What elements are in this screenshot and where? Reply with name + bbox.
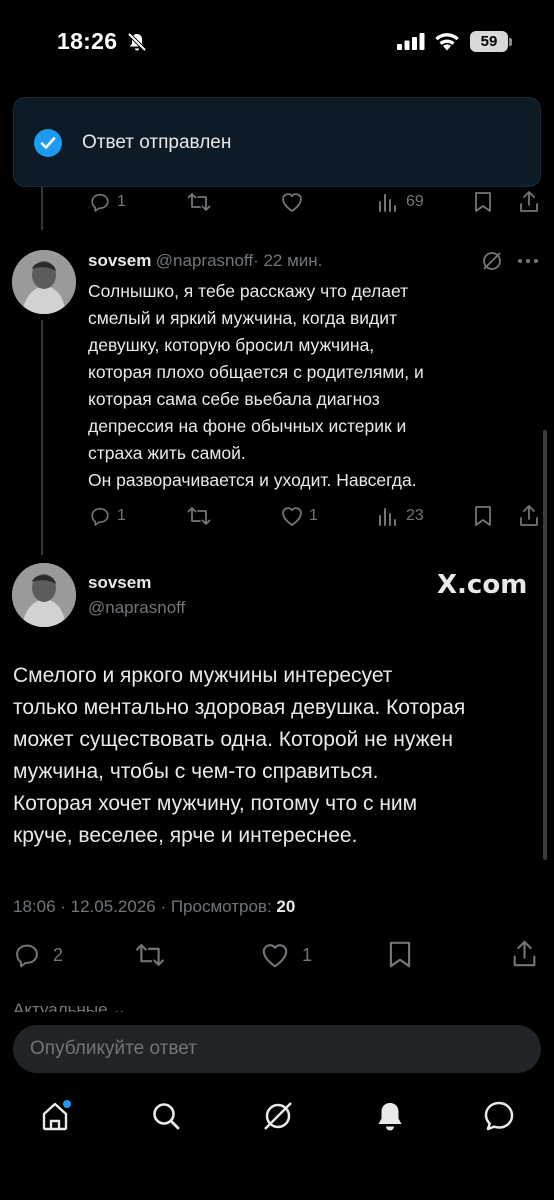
battery-tip: [509, 38, 512, 46]
retweet-icon[interactable]: [186, 191, 212, 213]
avatar[interactable]: [12, 563, 76, 627]
author-handle[interactable]: @naprasnoff: [88, 598, 185, 618]
retweet-icon[interactable]: [186, 505, 212, 527]
views-icon[interactable]: [378, 507, 398, 526]
share-icon[interactable]: [518, 190, 540, 213]
check-circle-icon: [34, 129, 62, 157]
cellular-signal-icon: [397, 33, 425, 50]
views-count: 23: [406, 507, 424, 524]
tweet-text: Солнышко, я тебе расскажу что делает сме…: [88, 281, 424, 490]
grok-icon[interactable]: [481, 250, 503, 272]
like-icon[interactable]: [280, 191, 304, 213]
messages-icon[interactable]: [483, 1100, 515, 1132]
reply-icon[interactable]: [13, 941, 41, 969]
author-handle[interactable]: @naprasnoff: [156, 251, 253, 270]
views-icon[interactable]: [378, 193, 398, 212]
reply-placeholder: Опубликуйте ответ: [30, 1038, 197, 1059]
like-count: 1: [309, 507, 318, 524]
like-count: 1: [302, 945, 313, 965]
reply-icon[interactable]: [89, 191, 111, 213]
avatar[interactable]: [12, 250, 76, 314]
reply-count: 2: [53, 945, 64, 965]
share-icon[interactable]: [518, 504, 540, 527]
views-count: 20: [276, 897, 296, 916]
reply-icon[interactable]: [89, 505, 111, 527]
author-name[interactable]: sovsem: [88, 251, 151, 270]
toast-message: Ответ отправлен: [82, 132, 232, 153]
tweet-text: Смелого и яркого мужчины интересует толь…: [13, 664, 466, 847]
tweet-timestamp: 18:06 · 12.05.2026 · Просмотров:: [13, 897, 277, 916]
search-icon[interactable]: [151, 1101, 181, 1131]
tweet-meta: 18:06 · 12.05.2026 · Просмотров: 20: [13, 897, 295, 917]
like-icon[interactable]: [260, 941, 290, 969]
thread-line: [41, 320, 43, 555]
status-time: 18:26: [57, 28, 118, 54]
reply-count: 1: [117, 193, 126, 210]
bookmark-icon[interactable]: [473, 505, 493, 527]
bookmark-icon[interactable]: [473, 191, 493, 213]
x-com-logo: X.com: [437, 570, 528, 600]
reply-count: 1: [117, 507, 126, 524]
bookmark-icon[interactable]: [387, 940, 413, 969]
silent-bell-icon: [126, 31, 148, 53]
scrollbar[interactable]: [543, 430, 547, 860]
thread-line: [41, 180, 43, 230]
tweet-time: · 22 мин.: [253, 251, 323, 270]
wifi-icon: [434, 31, 460, 51]
retweet-icon[interactable]: [134, 941, 166, 969]
share-icon[interactable]: [511, 939, 538, 968]
tweet-header: sovsem @naprasnoff· 22 мин.: [88, 251, 322, 271]
battery-indicator: 59: [470, 31, 508, 52]
notifications-icon[interactable]: [375, 1100, 405, 1132]
views-count: 69: [406, 193, 424, 210]
like-icon[interactable]: [280, 505, 304, 527]
more-options-icon[interactable]: [517, 258, 539, 264]
author-name[interactable]: sovsem: [88, 573, 151, 593]
grok-icon[interactable]: [262, 1100, 294, 1132]
home-icon[interactable]: [40, 1100, 74, 1132]
